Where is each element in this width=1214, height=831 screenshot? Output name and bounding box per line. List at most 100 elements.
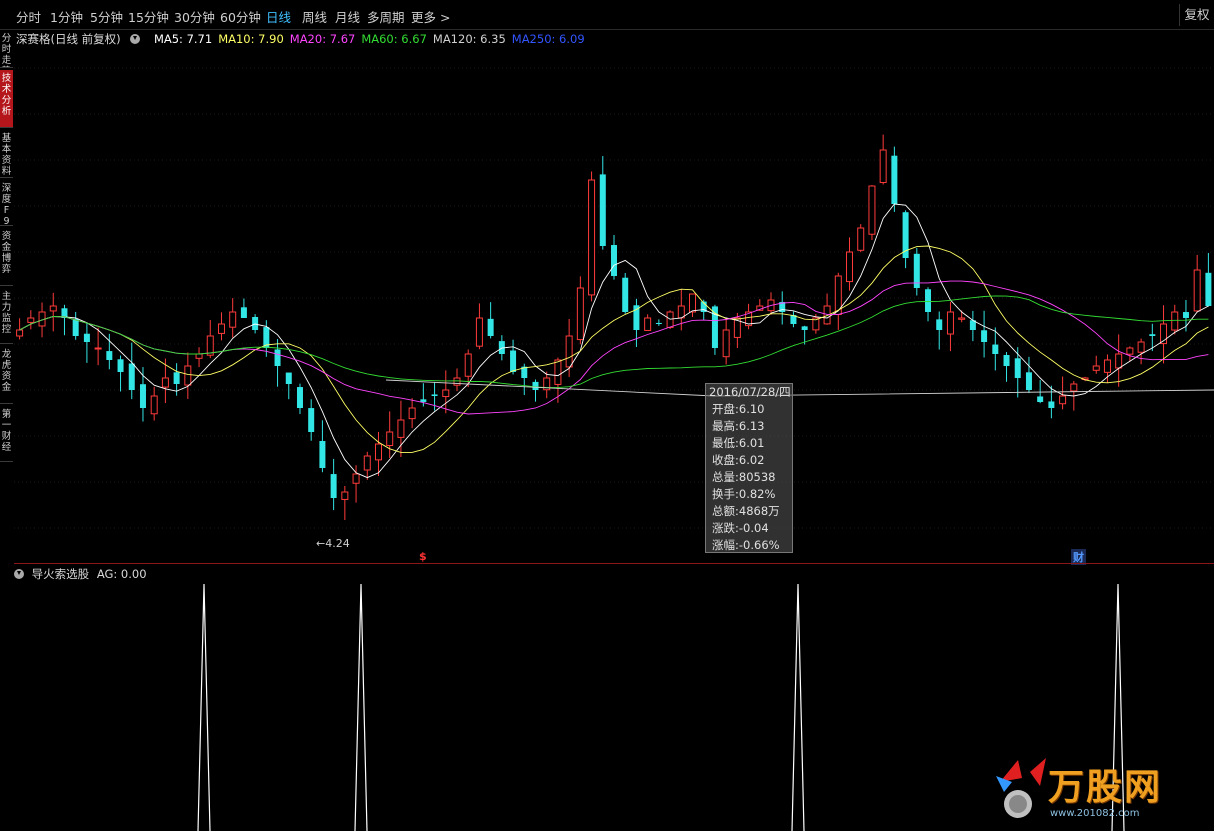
signal-spike [791, 583, 805, 831]
sidebar-tab-4[interactable]: 资金博弈 [0, 228, 13, 286]
candle [117, 355, 124, 392]
candle [83, 322, 90, 363]
indicator-settings-icon[interactable] [14, 569, 24, 579]
candle [27, 310, 35, 330]
candle [913, 247, 920, 296]
candle [94, 327, 102, 366]
period-tab-4[interactable]: 30分钟 [174, 7, 215, 26]
sidebar-tab-3[interactable]: 深度F9 [0, 180, 13, 226]
candle [722, 317, 730, 365]
logo-brand-text: 万股网 [1048, 766, 1163, 808]
period-tab-8[interactable]: 月线 [335, 7, 360, 26]
candle [946, 301, 954, 352]
candle [319, 420, 326, 473]
period-tab-10[interactable]: 更多 > [411, 7, 450, 26]
sidebar-tab-1[interactable]: 技术分析 [0, 70, 13, 128]
sidebar-tab-0[interactable]: 分时走势 [0, 30, 13, 68]
candle [711, 304, 718, 355]
candle [72, 311, 79, 340]
candle [374, 431, 382, 476]
candle [655, 319, 662, 326]
period-tab-0[interactable]: 分时 [16, 7, 41, 26]
candle [240, 298, 247, 319]
candle [902, 210, 909, 269]
candle [733, 312, 741, 349]
sidebar-tab-label: 分时走势 [1, 33, 12, 67]
candle [891, 146, 898, 212]
left-sidebar: 分时走势技术分析基本资料深度F9 资金博弈主力监控龙虎资金第一财经 [0, 30, 14, 831]
ma-legend-item-1: MA10: 7.90 [218, 32, 284, 46]
period-tab-3[interactable]: 15分钟 [128, 7, 169, 26]
candle [599, 156, 606, 250]
settings-circle-icon[interactable] [130, 34, 141, 44]
period-tab-5[interactable]: 60分钟 [220, 7, 261, 26]
candle [1014, 347, 1021, 398]
candle [341, 486, 349, 521]
candle [1137, 338, 1145, 365]
candle [229, 298, 237, 338]
indicator-value: AG: 0.00 [96, 567, 147, 581]
candle [308, 399, 315, 441]
candle [554, 357, 562, 403]
period-tab-7[interactable]: 周线 [302, 7, 327, 26]
candle [981, 310, 988, 358]
panel-separator[interactable] [14, 563, 1214, 564]
low-price-label: ←4.24 [316, 537, 350, 550]
candle [925, 287, 932, 322]
candle [767, 292, 775, 315]
sidebar-tab-6[interactable]: 龙虎资金 [0, 346, 13, 404]
period-tab-9[interactable]: 多周期 [367, 7, 405, 26]
period-tab-1[interactable]: 1分钟 [50, 7, 83, 26]
signal-spike [197, 583, 211, 831]
ma-legend-item-5: MA250: 6.09 [511, 32, 585, 46]
candle [1205, 252, 1212, 307]
candle [442, 370, 450, 414]
tooltip-row-5: 换手:0.82% [712, 487, 776, 501]
tooltip-row-3: 收盘:6.02 [712, 453, 765, 467]
sidebar-tab-label: 基本资料 [1, 133, 12, 177]
candlestick-chart[interactable] [14, 48, 1214, 563]
ma-legend-item-3: MA60: 6.67 [361, 32, 427, 46]
sidebar-tab-label: 主力监控 [1, 291, 12, 335]
ma-values: MA5: 7.71 MA10: 7.90 MA20: 7.67 MA60: 6.67 M… [148, 32, 585, 46]
ma-line-20 [19, 280, 1209, 415]
candle [1160, 305, 1168, 364]
candle [689, 293, 697, 318]
tooltip-rows: 开盘:6.10 最高:6.13 最低:6.01 收盘:6.02 总量:80538 换手:0… [706, 401, 792, 554]
candle [622, 272, 629, 314]
period-tab-6[interactable]: 日线 [266, 7, 291, 26]
sidebar-tab-7[interactable]: 第一财经 [0, 406, 13, 462]
sidebar-tab-5[interactable]: 主力监控 [0, 288, 13, 344]
candle [834, 272, 842, 330]
candle [790, 311, 797, 328]
logo-site-text: www.201082.com [1050, 808, 1140, 819]
candle [296, 383, 303, 414]
indicator-header: 导火索选股 AG: 0.00 [14, 566, 147, 582]
sidebar-tab-label: 资金博弈 [1, 231, 12, 275]
sidebar-tab-2[interactable]: 基本资料 [0, 130, 13, 178]
sidebar-tab-label: 技术分析 [1, 73, 12, 117]
candle [1115, 334, 1123, 387]
period-tab-2[interactable]: 5分钟 [90, 7, 123, 26]
candle [823, 293, 831, 325]
candle [408, 398, 416, 429]
candle [453, 368, 461, 392]
candle [1048, 385, 1055, 419]
candle [543, 371, 551, 399]
candle [868, 185, 876, 241]
candle [1126, 346, 1134, 362]
tooltip-row-0: 开盘:6.10 [712, 402, 765, 416]
candle [330, 458, 337, 511]
candle [217, 312, 225, 341]
stock-title: 深赛格(日线 前复权) [16, 32, 121, 46]
candle [857, 224, 865, 253]
candle [510, 339, 517, 375]
candle [285, 372, 292, 400]
candle [588, 171, 596, 302]
tooltip-date: 2016/07/28/四 [709, 385, 791, 399]
candle [487, 302, 494, 339]
sidebar-tab-label: 龙虎资金 [1, 349, 12, 393]
dollar-marker[interactable]: $ [419, 550, 427, 563]
candle [644, 314, 652, 331]
fuquan-button[interactable]: 复权 [1179, 4, 1214, 26]
